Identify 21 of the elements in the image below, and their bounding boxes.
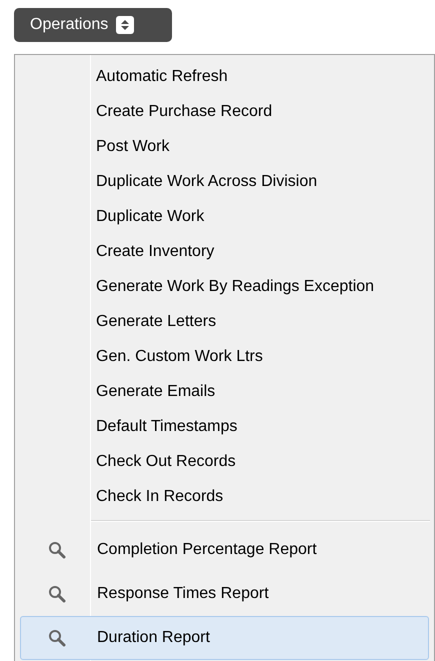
- menu-item[interactable]: Post Work: [15, 129, 434, 164]
- menu-item[interactable]: Default Timestamps: [15, 409, 434, 444]
- menu-item[interactable]: Generate Work By Readings Exception: [15, 269, 434, 304]
- menu-item[interactable]: Automatic Refresh: [15, 59, 434, 94]
- menu-item[interactable]: Response Times Report: [20, 572, 429, 616]
- menu-item[interactable]: Generate Emails: [15, 374, 434, 409]
- menu-item[interactable]: Duplicate Work Across Division: [15, 164, 434, 199]
- menu-item[interactable]: Create Purchase Record: [15, 94, 434, 129]
- menu-item[interactable]: Check Out Records: [15, 444, 434, 479]
- menu-item[interactable]: Generate Letters: [15, 304, 434, 339]
- search-icon: [48, 629, 66, 647]
- menu-item[interactable]: Create Inventory: [15, 234, 434, 269]
- menu-item[interactable]: Duration Report: [20, 616, 429, 660]
- menu-item[interactable]: Gen. Custom Work Ltrs: [15, 339, 434, 374]
- menu-item[interactable]: Duplicate Work: [15, 199, 434, 234]
- search-icon: [48, 541, 66, 559]
- menu-item[interactable]: Completion Percentage Report: [20, 528, 429, 572]
- menu-item[interactable]: Check In Records: [15, 479, 434, 514]
- up-down-caret-icon: [116, 16, 134, 34]
- operations-dropdown-button[interactable]: Operations: [14, 8, 172, 42]
- search-icon: [48, 585, 66, 603]
